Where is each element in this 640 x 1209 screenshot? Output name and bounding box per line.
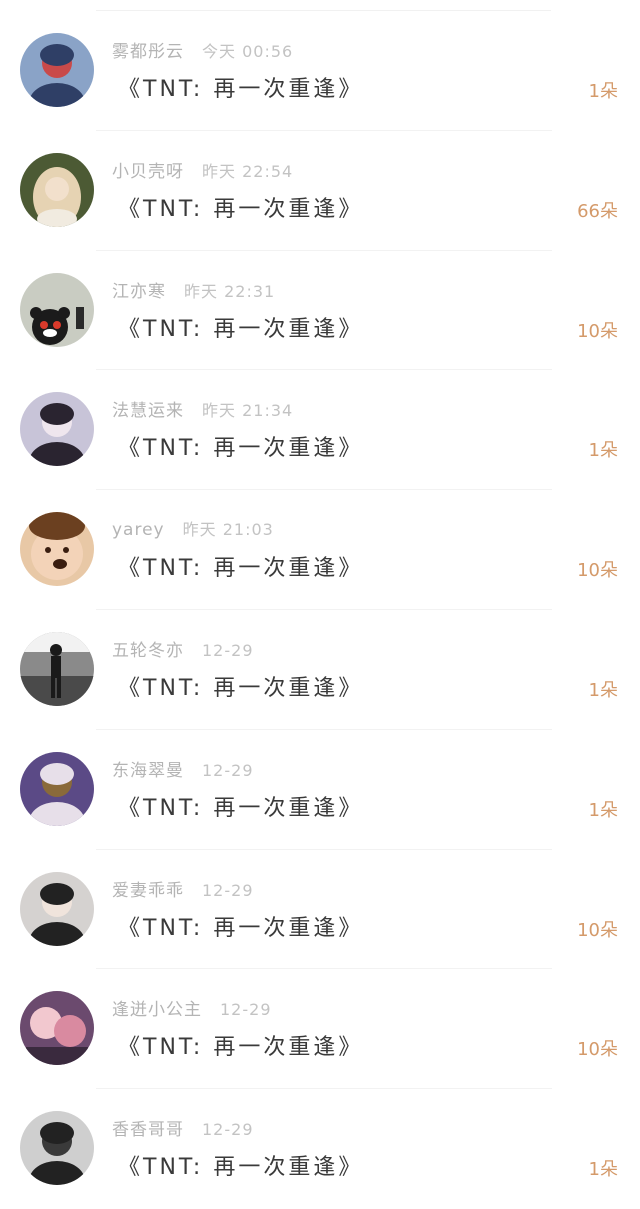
gift-list: 雾都彤云 今天 00:56 《TNT: 再一次重逢》 1朵 小贝壳呀 昨天 22:54 《T… [0,11,640,1209]
flower-count: 10朵 [577,320,618,342]
item-meta: yarey 昨天 21:03 [112,516,274,540]
username[interactable]: 爱妻乖乖 [112,881,184,901]
timestamp: 昨天 21:34 [202,401,294,421]
timestamp: 12-29 [202,760,254,780]
username[interactable]: 五轮冬亦 [112,641,184,661]
avatar-pink-couple[interactable] [20,991,94,1066]
username[interactable]: 小贝壳呀 [112,162,184,182]
flower-count: 1朵 [588,81,618,102]
work-title: 《TNT: 再一次重逢》 [118,795,364,821]
work-title: 《TNT: 再一次重逢》 [118,556,364,582]
timestamp: 今天 00:56 [202,42,294,61]
list-item[interactable]: 香香哥哥 12-29 《TNT: 再一次重逢》 1朵 [0,1089,640,1209]
work-title: 《TNT: 再一次重逢》 [118,77,364,102]
timestamp: 12-29 [220,1000,272,1020]
timestamp: 昨天 21:03 [182,520,274,540]
timestamp: 12-29 [202,880,254,900]
flower-count: 1朵 [588,799,618,821]
list-item[interactable]: 雾都彤云 今天 00:56 《TNT: 再一次重逢》 1朵 [0,11,640,131]
avatar-boy-camera[interactable] [20,33,94,107]
work-title: 《TNT: 再一次重逢》 [118,196,364,222]
avatar-anime-purple[interactable] [20,751,94,826]
item-meta: 江亦寒 昨天 22:31 [112,277,275,302]
username[interactable]: yarey [112,520,165,540]
avatar-kumamon[interactable] [20,272,94,347]
work-title: 《TNT: 再一次重逢》 [118,1155,364,1181]
avatar-silhouette-man[interactable] [20,631,94,706]
list-item[interactable]: 爱妻乖乖 12-29 《TNT: 再一次重逢》 10朵 [0,850,640,970]
timestamp: 12-29 [202,640,254,660]
avatar-dark-hair-girl[interactable] [20,392,94,467]
flower-count: 1朵 [588,1159,618,1181]
list-item[interactable]: 江亦寒 昨天 22:31 《TNT: 再一次重逢》 10朵 [0,251,640,371]
list-item[interactable]: 五轮冬亦 12-29 《TNT: 再一次重逢》 1朵 [0,610,640,730]
item-meta: 法慧运来 昨天 21:34 [112,396,293,421]
item-meta: 逢迸小公主 12-29 [112,995,272,1020]
avatar-sleeping-boy[interactable] [20,871,94,946]
list-item[interactable]: yarey 昨天 21:03 《TNT: 再一次重逢》 10朵 [0,490,640,610]
flower-count: 10朵 [577,1039,618,1061]
flower-count: 1朵 [588,440,618,462]
work-title: 《TNT: 再一次重逢》 [118,316,364,342]
avatar-boy-camera-dark[interactable] [20,1111,94,1186]
flower-count: 10朵 [577,560,618,582]
item-meta: 五轮冬亦 12-29 [112,636,254,661]
avatar-baby-face[interactable] [20,512,94,587]
avatar-blonde-girl[interactable] [20,152,94,227]
list-item[interactable]: 小贝壳呀 昨天 22:54 《TNT: 再一次重逢》 66朵 [0,131,640,251]
list-item[interactable]: 法慧运来 昨天 21:34 《TNT: 再一次重逢》 1朵 [0,370,640,490]
username[interactable]: 逢迸小公主 [112,1000,202,1020]
username[interactable]: 东海翠曼 [112,761,184,781]
item-meta: 小贝壳呀 昨天 22:54 [112,157,293,182]
work-title: 《TNT: 再一次重逢》 [118,675,364,701]
username[interactable]: 雾都彤云 [112,42,184,62]
username[interactable]: 江亦寒 [112,282,166,302]
work-title: 《TNT: 再一次重逢》 [118,436,364,462]
timestamp: 昨天 22:31 [184,281,276,301]
item-meta: 雾都彤云 今天 00:56 [112,37,293,62]
list-item[interactable]: 逢迸小公主 12-29 《TNT: 再一次重逢》 10朵 [0,969,640,1089]
timestamp: 昨天 22:54 [202,161,294,181]
item-meta: 爱妻乖乖 12-29 [112,876,254,901]
work-title: 《TNT: 再一次重逢》 [118,1035,364,1061]
username[interactable]: 香香哥哥 [112,1120,184,1140]
timestamp: 12-29 [202,1120,254,1140]
work-title: 《TNT: 再一次重逢》 [118,915,364,941]
list-item[interactable]: 东海翠曼 12-29 《TNT: 再一次重逢》 1朵 [0,730,640,850]
username[interactable]: 法慧运来 [112,401,184,421]
flower-count: 10朵 [577,919,618,941]
item-meta: 香香哥哥 12-29 [112,1115,254,1140]
flower-count: 1朵 [588,679,618,701]
item-meta: 东海翠曼 12-29 [112,756,254,781]
flower-count: 66朵 [577,200,618,222]
